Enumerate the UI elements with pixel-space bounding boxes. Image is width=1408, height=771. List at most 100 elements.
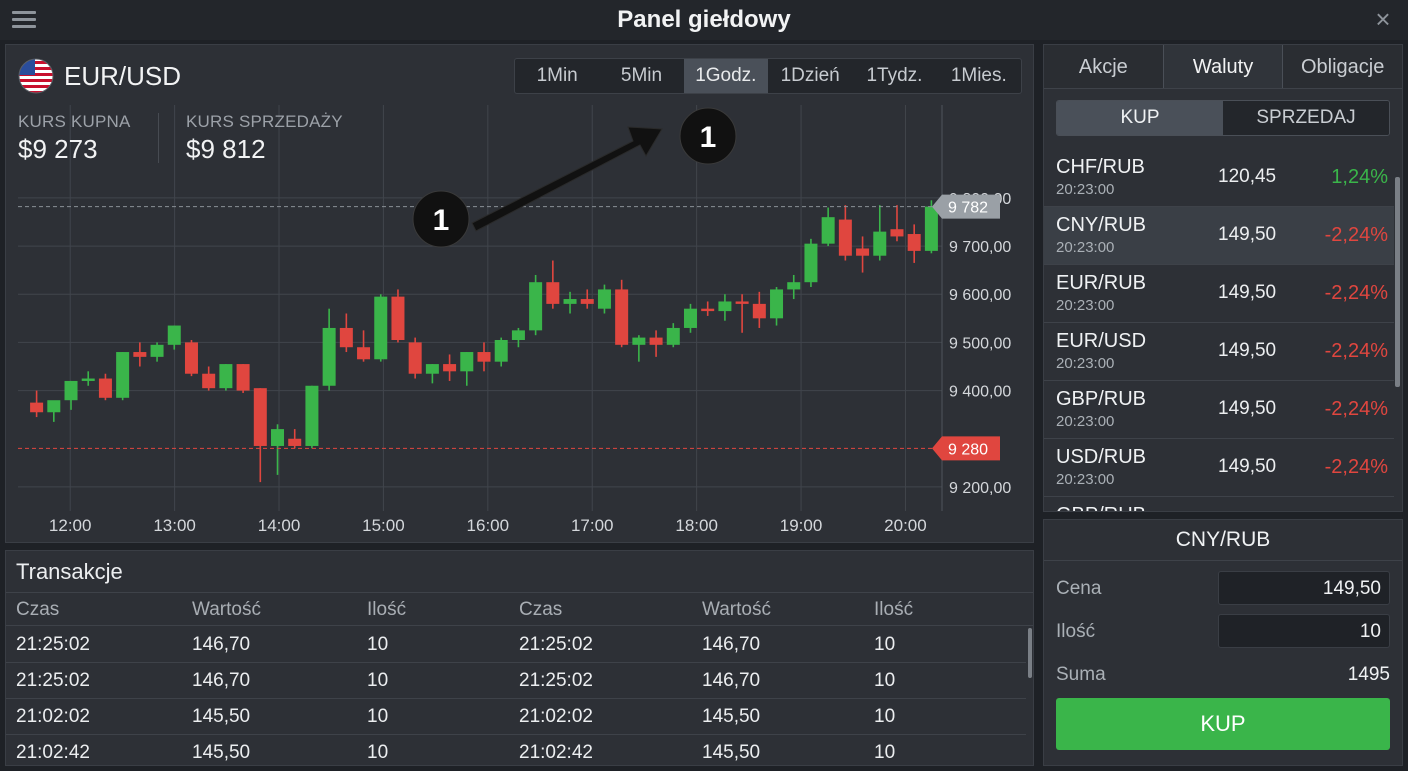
x-tick-label: 19:00	[780, 516, 823, 535]
col-value-header: Wartość	[192, 599, 261, 620]
candle-body	[81, 378, 95, 381]
candle-body	[322, 327, 336, 386]
close-icon[interactable]: ×	[1372, 6, 1394, 32]
timeframe-1m[interactable]: 1Mies.	[937, 59, 1021, 93]
x-tick-label: 20:00	[884, 516, 927, 535]
price-input[interactable]: 149,50	[1218, 571, 1390, 605]
sum-value: 1495	[1347, 664, 1390, 685]
candle-body	[219, 364, 233, 389]
pair-name: EUR/RUB	[1056, 272, 1147, 294]
timeframe-1min[interactable]: 1Min	[515, 59, 599, 93]
cell-value: 146,70	[702, 634, 761, 655]
trades-title: Transakcje	[16, 559, 123, 584]
cell-time: 21:25:02	[16, 670, 90, 691]
candle-body	[391, 296, 405, 340]
candle-body	[752, 303, 766, 319]
sum-label: Suma	[1056, 664, 1106, 685]
timeframe-1h[interactable]: 1Godz.	[683, 59, 768, 93]
cell-value: 145,50	[192, 742, 251, 763]
buy-rate-value: $9 273	[18, 134, 98, 164]
pair-time: 20:23:00	[1056, 471, 1115, 488]
table-row: 21:25:02 146,70 10 21:25:02 146,70 10	[6, 627, 1026, 663]
candle-body	[546, 282, 560, 304]
trades-scrollbar[interactable]	[1028, 628, 1032, 678]
cell-qty: 10	[874, 670, 896, 691]
col-qty-header: Ilość	[874, 599, 914, 620]
currency-pair-row[interactable]: CHF/RUB 20:23:00 120,45 1,24%	[1044, 149, 1394, 207]
candle-body	[787, 282, 801, 290]
x-tick-label: 18:00	[675, 516, 718, 535]
tab-akcje[interactable]: Akcje	[1044, 45, 1163, 88]
app-title: Panel giełdowy	[617, 6, 791, 33]
pair-change: 1,24%	[1331, 166, 1388, 188]
candle-body	[597, 289, 611, 309]
cell-time: 21:02:42	[16, 742, 90, 763]
callout-number: 1	[433, 204, 450, 237]
pair-name: EUR/USD	[64, 61, 182, 91]
candle-body	[150, 344, 164, 357]
pair-name: GBP/RUB	[1056, 388, 1147, 410]
currency-pair-row[interactable]: USD/RUB 20:23:00 149,50 -2,24%	[1044, 439, 1394, 497]
candle-body	[133, 352, 147, 357]
pair-price: 149,50	[1218, 340, 1277, 361]
quantity-input[interactable]: 10	[1218, 614, 1390, 648]
candle-body	[64, 380, 78, 401]
buy-button[interactable]: KUP	[1056, 698, 1390, 750]
pair-change: -2,24%	[1324, 398, 1388, 420]
candle-body	[271, 429, 285, 446]
market-tabs: Akcje Waluty Obligacje	[1044, 45, 1403, 89]
candle-body	[735, 301, 749, 304]
candle-body	[47, 400, 61, 413]
x-tick-label: 15:00	[362, 516, 405, 535]
currency-pair-row[interactable]: EUR/USD 20:23:00 149,50 -2,24%	[1044, 323, 1394, 381]
stat-divider	[158, 113, 159, 163]
quantity-label: Ilość	[1056, 621, 1096, 642]
pair-change: -2,24%	[1324, 224, 1388, 246]
cell-qty: 10	[874, 742, 896, 763]
table-row: 21:25:02 146,70 10 21:25:02 146,70 10	[6, 663, 1026, 699]
timeframe-1d[interactable]: 1Dzień	[768, 59, 852, 93]
title-bar: Panel giełdowy ×	[0, 0, 1408, 40]
candle-body	[202, 373, 216, 389]
y-tick-label: 9 500,00	[949, 335, 1011, 352]
candle-body	[856, 248, 870, 256]
currency-pair-row[interactable]: GBP/RUB 20:23:00 149,50 -2,24%	[1044, 381, 1394, 439]
candle-body	[666, 327, 680, 345]
price-marker-label: 9 782	[948, 200, 988, 217]
candle-body	[374, 296, 388, 360]
pairs-scrollbar[interactable]	[1395, 177, 1400, 387]
tab-waluty[interactable]: Waluty	[1162, 45, 1284, 88]
candle-body	[924, 206, 938, 251]
candle-body	[408, 342, 422, 374]
cell-qty: 10	[874, 706, 896, 727]
candle-body	[511, 330, 525, 340]
candle-body	[477, 352, 491, 362]
timeframe-1w[interactable]: 1Tydz.	[852, 59, 936, 93]
price-marker-label: 9 280	[948, 441, 988, 458]
sell-toggle-button[interactable]: SPRZEDAJ	[1223, 101, 1389, 135]
candle-body	[838, 219, 852, 256]
cell-qty: 10	[367, 634, 389, 655]
cell-value: 145,50	[702, 706, 761, 727]
candle-body	[443, 364, 457, 372]
timeframe-5min[interactable]: 5Min	[599, 59, 683, 93]
buy-sell-toggle: KUP SPRZEDAJ	[1056, 100, 1390, 136]
cell-qty: 10	[367, 670, 389, 691]
sell-rate-value: $9 812	[186, 134, 266, 164]
buy-toggle-button[interactable]: KUP	[1057, 101, 1223, 135]
order-pair-title: CNY/RUB	[1175, 528, 1271, 551]
x-tick-label: 16:00	[467, 516, 510, 535]
y-tick-label: 9 700,00	[949, 239, 1011, 256]
currency-pair-row[interactable]: CNY/RUB 20:23:00 149,50 -2,24%	[1044, 207, 1394, 265]
currency-pair-row[interactable]: GBP/RUB	[1044, 497, 1394, 511]
cell-qty: 10	[874, 634, 896, 655]
tab-obligacje[interactable]: Obligacje	[1283, 45, 1403, 88]
currency-pair-row[interactable]: EUR/RUB 20:23:00 149,50 -2,24%	[1044, 265, 1394, 323]
candlestick-chart[interactable]: 9 800,009 700,009 600,009 500,009 400,00…	[6, 45, 1033, 542]
x-tick-label: 14:00	[258, 516, 301, 535]
pair-name: CNY/RUB	[1056, 214, 1147, 236]
sell-rate-label: KURS SPRZEDAŻY	[186, 112, 343, 131]
cell-time: 21:25:02	[16, 634, 90, 655]
pair-price: 149,50	[1218, 224, 1277, 245]
timeframe-selector: 1Min 5Min 1Godz. 1Dzień 1Tydz. 1Mies.	[514, 58, 1022, 94]
